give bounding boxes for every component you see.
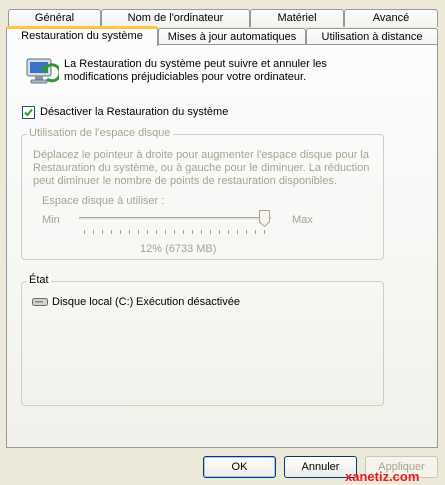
drive-status: Exécution désactivée xyxy=(136,296,240,308)
slider-tick xyxy=(102,230,103,234)
slider-tick xyxy=(246,230,247,234)
slider-tick xyxy=(165,230,166,234)
tab-advanced[interactable]: Avancé xyxy=(344,9,438,27)
slider-tick xyxy=(228,230,229,234)
tab-hardware[interactable]: Matériel xyxy=(250,9,344,27)
tab-computer-name[interactable]: Nom de l'ordinateur xyxy=(101,9,250,27)
tab-panel: La Restauration du système peut suivre e… xyxy=(6,44,438,448)
slider-tick xyxy=(147,230,148,234)
tab-system-restore[interactable]: Restauration du système xyxy=(6,26,158,46)
disk-usage-title: Utilisation de l'espace disque xyxy=(27,127,173,139)
drive-icon xyxy=(32,297,48,307)
checkmark-icon xyxy=(24,108,33,117)
slider-max-label: Max xyxy=(292,214,313,226)
slider-tick xyxy=(111,230,112,234)
watermark: xanetiz.com xyxy=(345,469,420,484)
slider-tick xyxy=(192,230,193,234)
slider-label: Espace disque à utiliser : xyxy=(42,195,165,207)
slider-tick xyxy=(255,230,256,234)
tab-general[interactable]: Général xyxy=(8,9,101,27)
slider-tick xyxy=(138,230,139,234)
slider-min-label: Min xyxy=(42,214,60,226)
disk-usage-description: Déplacez le pointeur à droite pour augme… xyxy=(33,149,370,187)
slider-tick xyxy=(156,230,157,234)
disable-restore-label[interactable]: Désactiver la Restauration du système xyxy=(40,106,228,118)
disable-restore-checkbox[interactable] xyxy=(22,106,35,119)
slider-tick xyxy=(237,230,238,234)
intro-text: La Restauration du système peut suivre e… xyxy=(64,58,327,83)
drive-name: Disque local (C:) xyxy=(52,296,134,308)
slider-thumb[interactable] xyxy=(259,210,270,228)
system-restore-icon xyxy=(25,55,62,87)
slider-tick xyxy=(264,230,265,234)
slider-tick xyxy=(84,230,85,234)
slider-tick xyxy=(174,230,175,234)
slider-tick xyxy=(120,230,121,234)
ok-button[interactable]: OK xyxy=(203,456,276,478)
status-title: État xyxy=(27,274,51,286)
slider-track xyxy=(79,217,271,221)
slider-tick xyxy=(183,230,184,234)
slider-tick xyxy=(93,230,94,234)
slider-tick xyxy=(219,230,220,234)
slider-tick xyxy=(129,230,130,234)
disk-space-slider[interactable] xyxy=(79,210,271,234)
disk-usage-value: 12% (6733 MB) xyxy=(140,243,217,255)
slider-tick xyxy=(210,230,211,234)
slider-tick xyxy=(201,230,202,234)
